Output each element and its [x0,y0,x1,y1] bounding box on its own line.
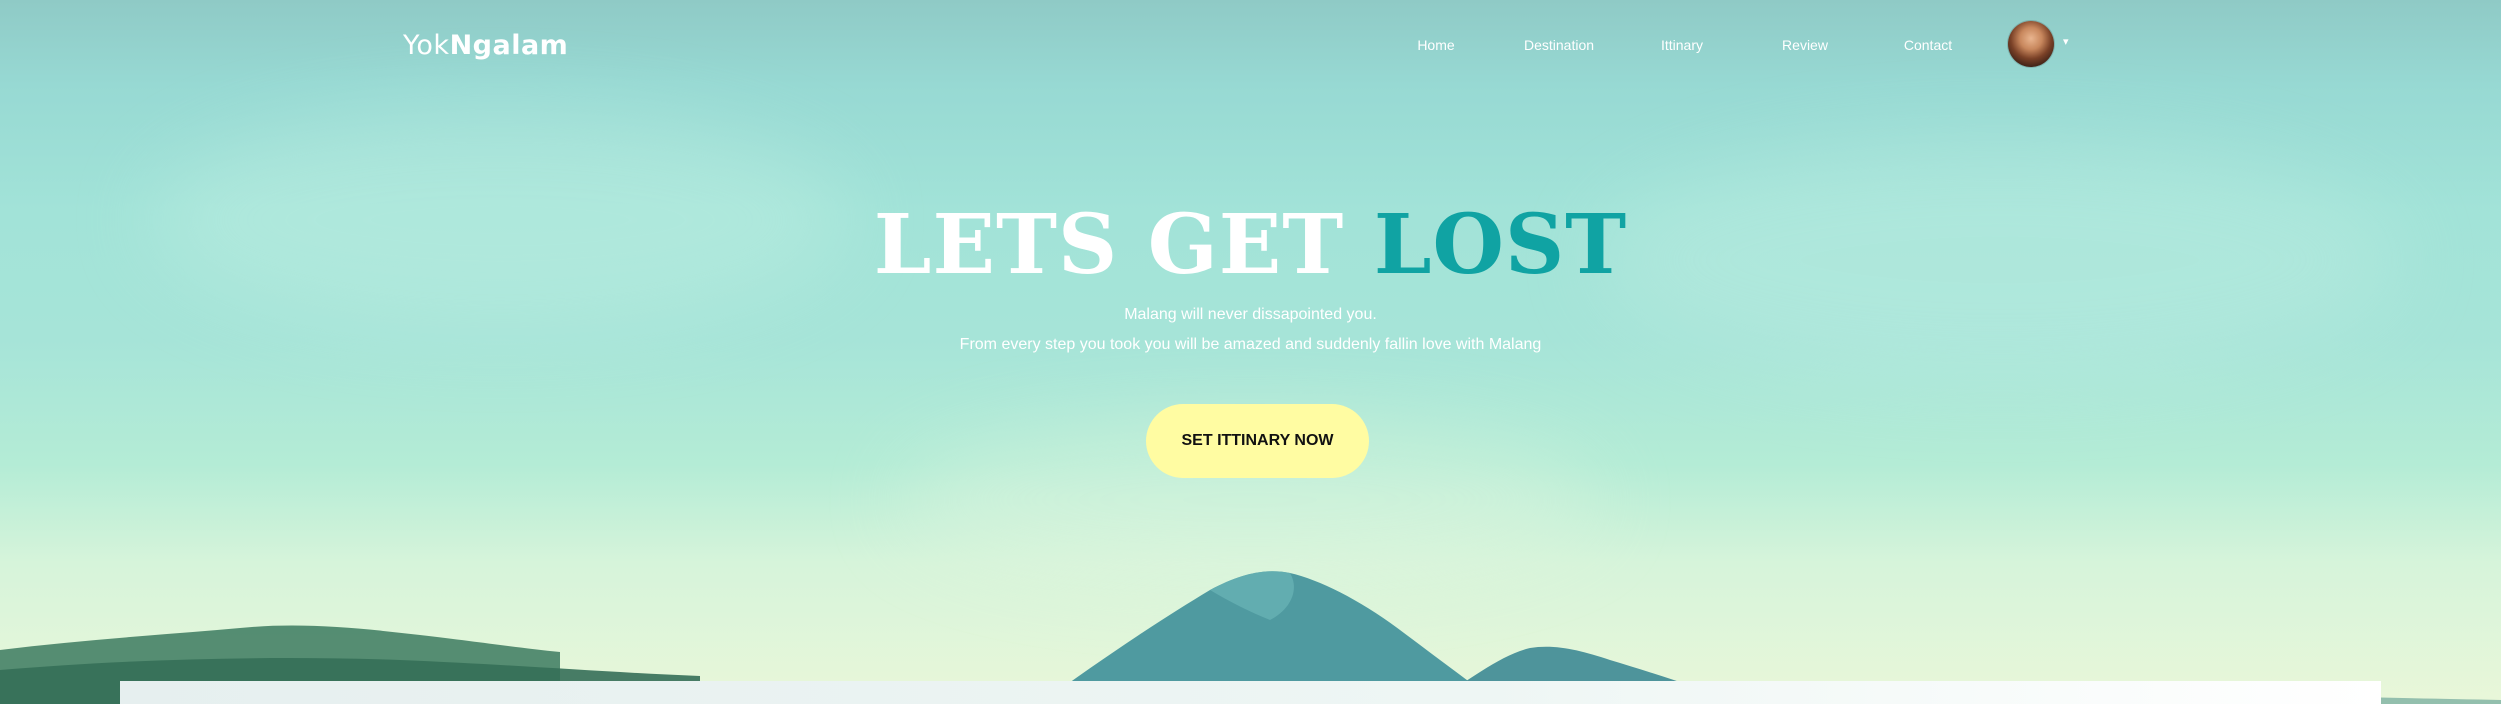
main-nav: Home Destination Ittinary Review Contact [0,35,2501,59]
set-ittinary-button[interactable]: SET ITTINARY NOW [1146,404,1369,478]
nav-item-ittinary[interactable]: Ittinary [1622,35,1742,55]
headline-white: LETS GET [873,197,1345,293]
user-avatar[interactable] [2008,21,2054,67]
hero-background: YokNgalam Home Destination Ittinary Revi… [0,0,2501,704]
nav-item-home[interactable]: Home [1376,35,1496,55]
nav-item-contact[interactable]: Contact [1868,35,1988,55]
nav-item-review[interactable]: Review [1745,35,1865,55]
hero-subline-1: Malang will never dissapointed you. [1124,306,1377,323]
hero-headline: LETS GET LOST [0,204,2501,286]
headline-accent: LOST [1373,197,1628,293]
nav-item-destination[interactable]: Destination [1499,35,1619,55]
chevron-down-icon[interactable]: ▾ [2063,35,2069,48]
content-panel-top [120,681,2381,704]
hero-subline-2: From every step you took you will be ama… [959,336,1542,353]
